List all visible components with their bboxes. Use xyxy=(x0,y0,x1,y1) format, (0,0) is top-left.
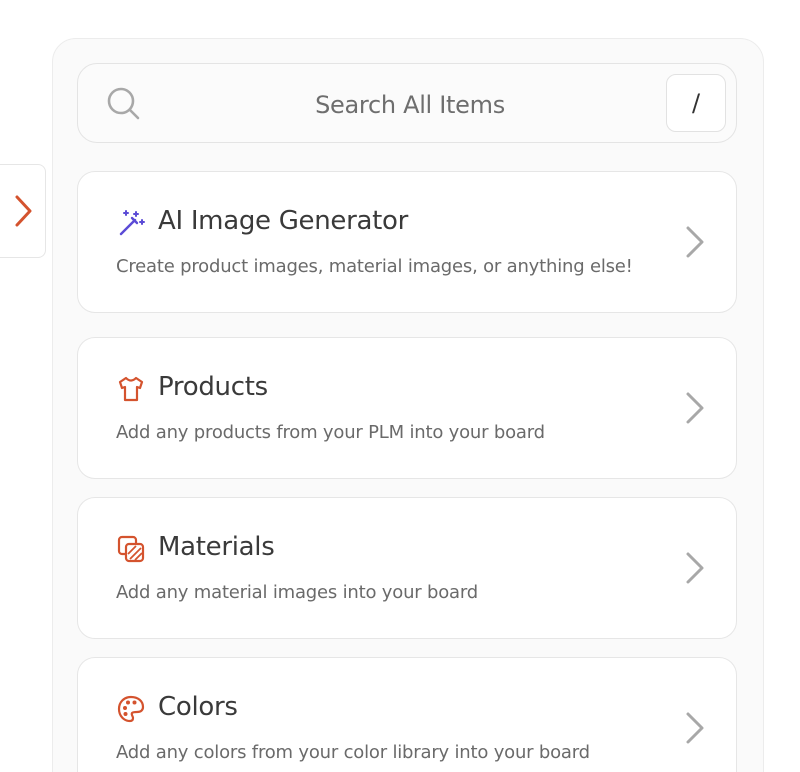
card-title: Materials xyxy=(158,532,275,562)
chevron-right-icon xyxy=(682,710,708,746)
items-panel: / AI Image Generator Create product imag… xyxy=(52,38,764,772)
card-title: AI Image Generator xyxy=(158,206,409,236)
magic-wand-icon xyxy=(116,208,146,238)
search-input[interactable] xyxy=(158,80,662,130)
materials-card[interactable]: Materials Add any material images into y… xyxy=(77,497,737,639)
colors-card[interactable]: Colors Add any colors from your color li… xyxy=(77,657,737,772)
expand-sidebar-button[interactable] xyxy=(0,164,46,258)
card-description: Create product images, material images, … xyxy=(116,256,633,277)
card-title: Colors xyxy=(158,692,238,722)
card-description: Add any material images into your board xyxy=(116,582,478,603)
chevron-right-icon xyxy=(15,195,31,227)
chevron-right-icon xyxy=(682,390,708,426)
chevron-right-icon xyxy=(682,224,708,260)
search-bar: / xyxy=(77,63,737,143)
card-title: Products xyxy=(158,372,268,402)
add-items-page: / AI Image Generator Create product imag… xyxy=(0,0,800,772)
products-card[interactable]: Products Add any products from your PLM … xyxy=(77,337,737,479)
card-description: Add any colors from your color library i… xyxy=(116,742,590,763)
ai-image-generator-card[interactable]: AI Image Generator Create product images… xyxy=(77,171,737,313)
palette-icon xyxy=(116,694,146,724)
material-swatch-icon xyxy=(116,534,146,564)
search-icon xyxy=(106,86,142,122)
search-shortcut-key: / xyxy=(666,74,726,132)
card-description: Add any products from your PLM into your… xyxy=(116,422,545,443)
tshirt-icon xyxy=(116,374,146,404)
chevron-right-icon xyxy=(682,550,708,586)
